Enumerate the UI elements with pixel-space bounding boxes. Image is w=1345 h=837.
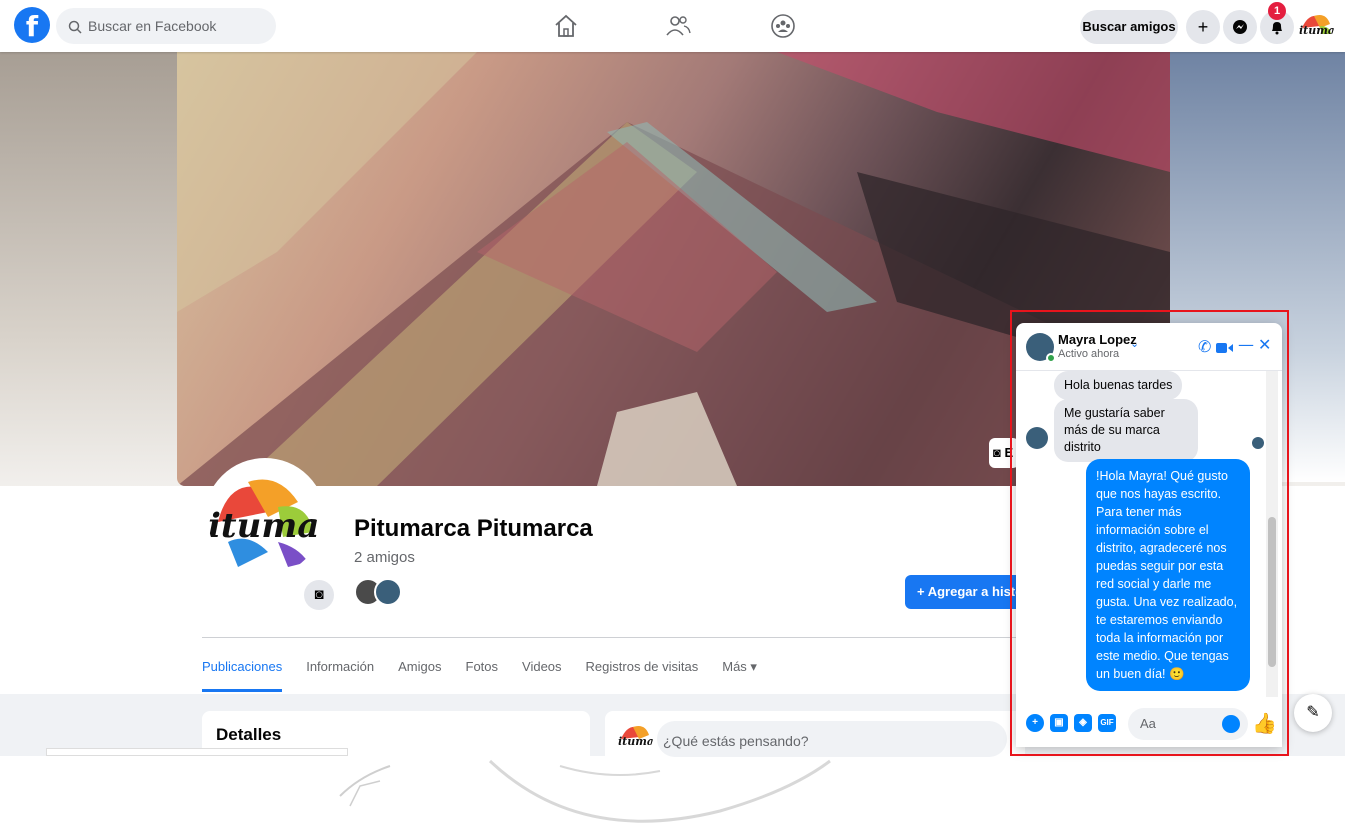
facebook-profile-page: ◙ E ituma ◙ Pitumarca Pitumarca 2 amigos… [0, 0, 1345, 837]
composer-avatar: ituma [617, 719, 653, 755]
facebook-logo-icon[interactable]: f [14, 7, 50, 43]
chat-contact-status: Activo ahora [1058, 348, 1120, 360]
sender-avatar [1026, 427, 1048, 449]
svg-text:ituma: ituma [618, 735, 653, 748]
message-incoming: Hola buenas tardes [1054, 371, 1183, 400]
composer-card: ituma ¿Qué estás pensando? [605, 711, 1025, 757]
profile-name: Pitumarca Pitumarca [354, 515, 593, 542]
add-to-story-button[interactable]: + Agregar a histor [905, 575, 1025, 609]
sticker-icon[interactable]: ◈ [1074, 714, 1092, 732]
pitumarca-logo-icon: ituma [618, 726, 653, 748]
change-profile-photo-button[interactable]: ◙ [304, 580, 334, 610]
tab-registros-de-visitas[interactable]: Registros de visitas [586, 652, 699, 692]
left-panel-edge [46, 748, 348, 756]
messenger-icon [1233, 20, 1247, 34]
account-avatar[interactable]: ituma [1298, 8, 1334, 44]
chevron-down-icon[interactable]: ⌄ [1130, 337, 1139, 350]
chat-header[interactable]: Mayra Lopez Activo ahora ⌄ ✆ — ✕ [1016, 323, 1282, 371]
plus-circle-icon[interactable]: + [1026, 714, 1044, 732]
find-friends-button[interactable]: Buscar amigos [1080, 10, 1178, 44]
message-incoming: Me gustaría saber más de su marca distri… [1054, 399, 1198, 462]
home-icon[interactable] [552, 12, 580, 40]
messenger-button[interactable] [1223, 10, 1257, 44]
groups-icon[interactable] [769, 12, 797, 40]
messenger-chat-window: Mayra Lopez Activo ahora ⌄ ✆ — ✕ Hola bu… [1016, 323, 1282, 747]
message-outgoing: !Hola Mayra! Qué gusto que nos hayas esc… [1086, 459, 1250, 691]
pitumarca-logo-icon: ituma [208, 479, 319, 567]
svg-text:ituma: ituma [1299, 24, 1334, 37]
chat-scrollbar[interactable] [1266, 371, 1278, 697]
search-placeholder: Buscar en Facebook [88, 18, 217, 34]
edit-cover-label: E [1004, 445, 1014, 460]
watermark-sketch [339, 759, 831, 823]
friends-icon[interactable] [664, 12, 692, 40]
camera-icon: ◙ [314, 586, 324, 603]
profile-tabs: Publicaciones Información Amigos Fotos V… [202, 652, 781, 692]
chat-contact-name[interactable]: Mayra Lopez [1058, 332, 1137, 347]
thumbs-up-icon[interactable]: 👍 [1252, 711, 1277, 736]
tab-videos[interactable]: Videos [522, 652, 562, 692]
tab-informacion[interactable]: Información [306, 652, 374, 692]
tab-amigos[interactable]: Amigos [398, 652, 441, 692]
tabs-divider [202, 637, 1022, 638]
new-message-button[interactable]: ✎ [1294, 694, 1332, 732]
search-icon [68, 20, 82, 34]
chat-scrollbar-thumb[interactable] [1268, 517, 1276, 667]
emoji-icon[interactable] [1222, 715, 1240, 733]
edit-cover-button[interactable]: ◙ E [989, 438, 1019, 468]
tab-mas[interactable]: Más ▾ [722, 652, 757, 692]
details-title: Detalles [216, 725, 282, 744]
friends-count[interactable]: 2 amigos [354, 549, 415, 566]
pitumarca-logo-icon: ituma [1299, 15, 1334, 37]
camera-icon: ◙ [993, 445, 1001, 460]
minimize-icon[interactable]: — [1238, 335, 1254, 354]
compose-icon: ✎ [1306, 704, 1320, 721]
phone-icon[interactable]: ✆ [1198, 337, 1211, 356]
plus-icon: + [1197, 17, 1209, 37]
image-icon[interactable]: ▣ [1050, 714, 1068, 732]
chat-messages: Hola buenas tardes Me gustaría saber más… [1016, 371, 1282, 697]
friend-avatar[interactable] [374, 578, 402, 606]
notification-badge: 1 [1268, 2, 1286, 20]
search-input[interactable]: Buscar en Facebook [56, 8, 276, 44]
tab-fotos[interactable]: Fotos [466, 652, 499, 692]
whats-on-your-mind-input[interactable]: ¿Qué estás pensando? [657, 721, 1007, 757]
create-button[interactable]: + [1186, 10, 1220, 44]
chat-composer: + ▣ ◈ GIF Aa 👍 [1016, 701, 1282, 747]
top-navigation-bar: f Buscar en Facebook Buscar amigos + 1 i… [0, 0, 1345, 52]
seen-indicator [1252, 437, 1264, 449]
svg-text:ituma: ituma [208, 506, 319, 546]
video-call-icon[interactable] [1216, 339, 1234, 358]
online-indicator [1046, 353, 1056, 363]
close-icon[interactable]: ✕ [1258, 335, 1271, 354]
profile-picture-image: ituma [204, 458, 326, 580]
profile-picture[interactable]: ituma ◙ [204, 458, 334, 620]
bell-icon [1272, 22, 1282, 35]
tab-publicaciones[interactable]: Publicaciones [202, 652, 283, 692]
gif-icon[interactable]: GIF [1098, 714, 1116, 732]
